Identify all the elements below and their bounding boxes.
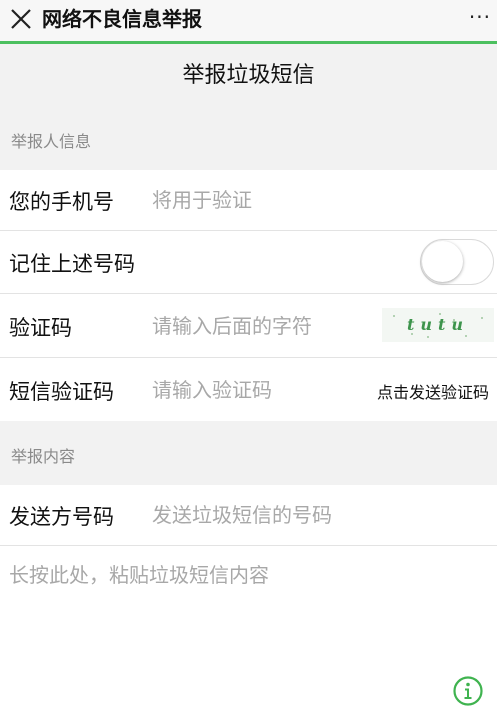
more-icon[interactable]: ···: [469, 3, 491, 31]
phone-label: 您的手机号: [9, 190, 114, 214]
remember-toggle[interactable]: [420, 239, 494, 285]
captcha-label: 验证码: [9, 316, 72, 340]
captcha-row: 验证码 tutu: [0, 294, 497, 357]
section-label-reporter: 举报人信息: [11, 132, 92, 151]
toggle-knob: [422, 241, 463, 282]
page-title: 举报垃圾短信: [182, 63, 315, 88]
remember-label: 记住上述号码: [9, 252, 135, 276]
sender-row: 发送方号码: [0, 485, 497, 545]
phone-row: 您的手机号: [0, 170, 497, 230]
sms-code-label: 短信验证码: [9, 380, 114, 404]
message-area: [0, 546, 497, 711]
app-title: 网络不良信息举报: [42, 7, 202, 31]
sms-code-row: 短信验证码 点击发送验证码: [0, 358, 497, 421]
captcha-input[interactable]: [152, 311, 372, 341]
sms-code-input[interactable]: [152, 375, 342, 405]
sender-label: 发送方号码: [9, 505, 114, 529]
remember-row: 记住上述号码: [0, 231, 497, 293]
sender-input[interactable]: [152, 500, 482, 530]
section-label-content: 举报内容: [11, 447, 76, 466]
info-icon[interactable]: [452, 675, 484, 707]
close-icon[interactable]: [8, 6, 34, 32]
phone-input[interactable]: [152, 185, 482, 215]
send-sms-code-button[interactable]: 点击发送验证码: [377, 379, 489, 403]
message-textarea[interactable]: [9, 560, 479, 670]
top-bar: 网络不良信息举报 ···: [0, 0, 497, 44]
captcha-image[interactable]: tutu: [382, 308, 494, 342]
captcha-image-text: tutu: [406, 315, 470, 334]
